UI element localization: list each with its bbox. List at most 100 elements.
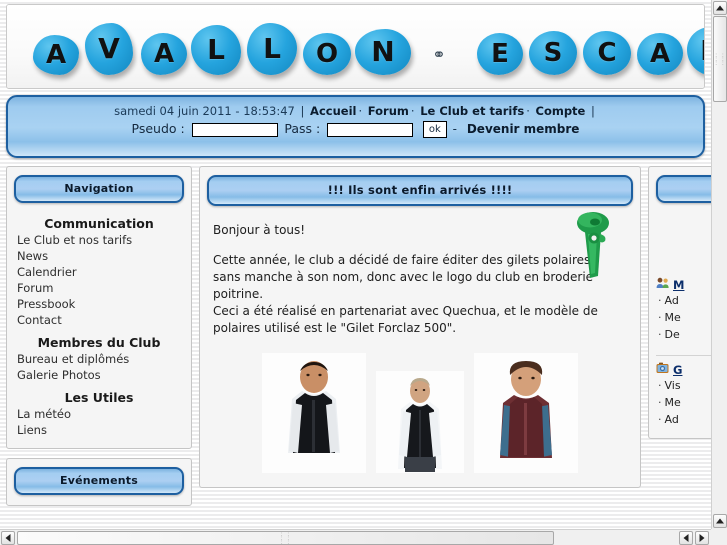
article-title: !!! Ils sont enfin arrivés !!!!: [207, 175, 633, 206]
pass-label: Pass :: [284, 121, 321, 136]
banner-letter-glyph: ⚭: [432, 45, 446, 64]
vertical-scroll-thumb[interactable]: : :: :: :: [713, 16, 727, 102]
page-background: AVALLON⚭ESCAL samedi 04 juin 2011 - 18:5…: [0, 0, 711, 529]
nav-dot-2: ·: [410, 104, 415, 118]
navigation-list: Communication Le Club et nos tarifs News Ca…: [14, 209, 184, 438]
events-title-button[interactable]: Evénements: [14, 467, 184, 495]
nav-section-heading: Membres du Club: [37, 335, 161, 350]
sidebar-item-0-1[interactable]: News: [14, 248, 184, 264]
right-block-item-1-0[interactable]: · Vis: [656, 377, 711, 394]
right-block-item-1-1[interactable]: · Me: [656, 394, 711, 411]
scroll-right-button[interactable]: [695, 531, 709, 545]
login-ok-button[interactable]: ok: [422, 121, 447, 138]
sidebar-item-0-3[interactable]: Forum: [14, 280, 184, 296]
site-banner: AVALLON⚭ESCAL: [6, 4, 705, 89]
scroll-left-button-right[interactable]: [679, 531, 693, 545]
green-climbing-hold-icon: [577, 212, 609, 278]
banner-letter-4: L: [191, 25, 241, 75]
right-block-item-0-1[interactable]: · Me: [656, 309, 711, 326]
banner-logo-holds: AVALLON⚭ESCAL: [33, 19, 704, 81]
vertical-thumb-grip: : :: :: :: [715, 51, 725, 67]
banner-letter-5: L: [247, 23, 297, 75]
become-member-link[interactable]: Devenir membre: [467, 122, 580, 136]
right-block-heading[interactable]: G: [656, 362, 711, 377]
banner-letter-glyph: A: [649, 39, 671, 69]
right-sidebar-block: G · Vis · Me · Ad: [656, 355, 711, 428]
scroll-up-button-bottom[interactable]: [713, 514, 727, 528]
nav-section-heading: Communication: [44, 216, 154, 231]
banner-letter-7: N: [355, 29, 411, 75]
nav-top-row: samedi 04 juin 2011 - 18:53:47 | Accueil…: [8, 97, 703, 118]
scroll-left-button[interactable]: [1, 531, 15, 545]
article-greeting: Bonjour à tous!: [213, 223, 306, 237]
banner-letter-glyph: E: [491, 39, 509, 69]
right-sidebar-title-button[interactable]: [656, 175, 711, 203]
article-body: Bonjour à tous! Cette année, le club a d…: [207, 206, 633, 477]
right-block-item-1-2[interactable]: · Ad: [656, 411, 711, 428]
chevron-left-icon: [5, 534, 11, 542]
right-block-heading-label: G: [673, 362, 683, 377]
banner-letter-6: O: [303, 33, 351, 75]
login-form: Pseudo : Pass : ok - Devenir membre: [8, 118, 703, 138]
nav-dot-3: ·: [526, 104, 530, 118]
horizontal-scroll-thumb[interactable]: : :: :: :: [17, 531, 554, 545]
navigation-title-button[interactable]: Navigation: [14, 175, 184, 203]
document-body: AVALLON⚭ESCAL samedi 04 juin 2011 - 18:5…: [0, 0, 711, 506]
banner-letter-10: S: [529, 31, 577, 75]
banner-letter-1: A: [33, 35, 79, 75]
right-block-heading[interactable]: M: [656, 277, 711, 292]
banner-letter-glyph: A: [45, 40, 67, 70]
sidebar-item-2-1[interactable]: Liens: [14, 422, 184, 438]
banner-letter-glyph: L: [687, 27, 704, 75]
banner-letter-glyph: A: [153, 39, 175, 69]
horizontal-scrollbar[interactable]: : :: :: :: [0, 529, 711, 545]
banner-letter-3: A: [141, 33, 187, 75]
banner-letter-glyph: L: [263, 32, 281, 65]
right-sidebar-block: M · Ad · Me · De: [656, 277, 711, 343]
sidebar-item-1-0[interactable]: Bureau et diplômés: [14, 351, 184, 367]
sidebar-item-0-0[interactable]: Le Club et nos tarifs: [14, 232, 184, 248]
pseudo-label: Pseudo :: [131, 121, 185, 136]
nav-link-compte[interactable]: Compte: [536, 104, 586, 118]
nav-link-accueil[interactable]: Accueil: [310, 104, 356, 118]
article-paragraph-1: Cette année, le club a décidé de faire é…: [213, 253, 594, 301]
banner-letter-glyph: S: [543, 38, 563, 68]
sidebar-item-0-2[interactable]: Calendrier: [14, 264, 184, 280]
left-column: Navigation Communication Le Club et nos t…: [6, 166, 192, 506]
nav-link-forum[interactable]: Forum: [368, 104, 409, 118]
product-photo-row: [213, 353, 627, 477]
banner-letter-13: L: [687, 27, 704, 75]
password-input[interactable]: [327, 122, 414, 137]
article-paragraph-2: Ceci a été réalisé en partenariat avec Q…: [213, 304, 598, 335]
chevron-up-icon-bottom: [716, 518, 724, 524]
nav-link-club-et-tarifs[interactable]: Le Club et tarifs: [420, 104, 524, 118]
vertical-scrollbar[interactable]: : :: :: :: [711, 0, 727, 545]
events-panel: Evénements: [6, 458, 192, 506]
sidebar-item-1-1[interactable]: Galerie Photos: [14, 367, 184, 383]
right-block-item-0-0[interactable]: · Ad: [656, 292, 711, 309]
sidebar-item-0-4[interactable]: Pressbook: [14, 296, 184, 312]
sidebar-item-0-5[interactable]: Contact: [14, 312, 184, 328]
nav-pipe-right: |: [591, 104, 595, 118]
product-photo-child: [474, 353, 578, 473]
right-block-item-label: Me: [664, 396, 681, 409]
nav-pipe-left: |: [300, 104, 305, 118]
nav-section-heading: Les Utiles: [64, 390, 134, 405]
pseudo-input[interactable]: [191, 122, 278, 137]
right-block-item-label: Vis: [664, 379, 681, 392]
banner-letter-glyph: L: [207, 33, 225, 66]
chevron-right-icon: [699, 534, 705, 542]
banner-letter-glyph: C: [597, 38, 617, 68]
main-content-panel: !!! Ils sont enfin arrivés !!!! Bonjour …: [199, 166, 641, 488]
banner-letter-11: C: [583, 31, 631, 75]
members-icon: [656, 277, 669, 292]
scroll-up-button[interactable]: [713, 1, 727, 15]
scrollbar-corner: [711, 529, 727, 545]
login-separator: -: [452, 122, 458, 136]
current-datetime: samedi 04 juin 2011 - 18:53:47: [114, 104, 295, 118]
sidebar-item-2-0[interactable]: La météo: [14, 406, 184, 422]
product-photo-woman: [376, 371, 464, 473]
right-block-item-label: Me: [664, 311, 681, 324]
right-block-heading-label: M: [673, 277, 685, 292]
right-block-item-0-2[interactable]: · De: [656, 326, 711, 343]
